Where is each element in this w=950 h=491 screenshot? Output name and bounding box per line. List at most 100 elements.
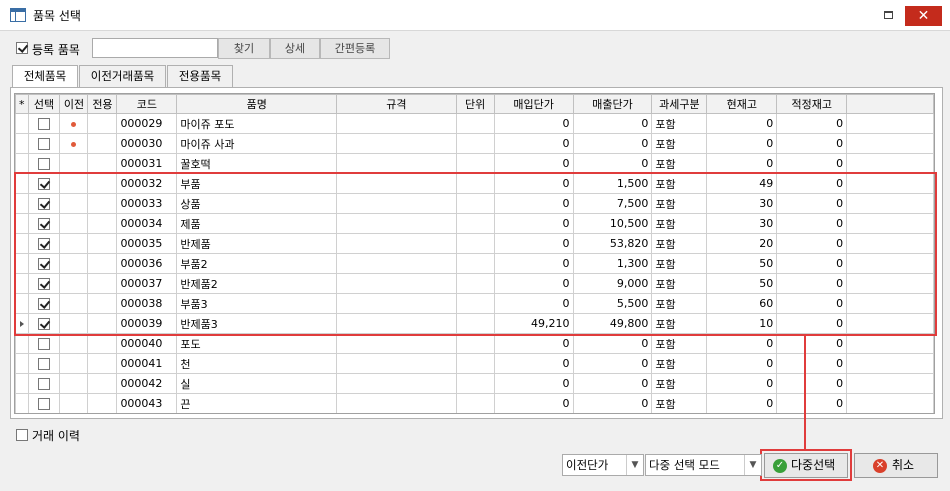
sell-price-cell[interactable]: 1,500 [572, 173, 653, 194]
quick-register-button[interactable]: 간편등록 [320, 38, 390, 59]
unit-cell[interactable] [455, 173, 495, 194]
col-header-tax[interactable]: 과세구분 [651, 94, 708, 114]
tax-cell[interactable]: 포함 [651, 193, 708, 214]
col-header-select[interactable]: 선택 [27, 94, 61, 114]
tax-cell[interactable]: 포함 [651, 393, 708, 413]
buy-price-cell[interactable]: 0 [493, 393, 574, 413]
proper-stock-cell[interactable]: 0 [776, 373, 848, 394]
unit-cell[interactable] [455, 393, 495, 413]
code-cell[interactable]: 000035 [116, 233, 178, 254]
previous-cell[interactable] [59, 153, 89, 174]
unit-cell[interactable] [455, 113, 495, 134]
row-indicator[interactable] [15, 293, 29, 314]
dedicated-cell[interactable] [87, 373, 118, 394]
row-indicator[interactable] [15, 133, 29, 154]
name-cell[interactable]: 마이쥬 사과 [176, 133, 338, 154]
name-cell[interactable]: 실 [176, 373, 338, 394]
dedicated-cell[interactable] [87, 133, 118, 154]
dedicated-cell[interactable] [87, 153, 118, 174]
tax-cell[interactable]: 포함 [651, 173, 708, 194]
buy-price-cell[interactable]: 0 [493, 173, 574, 194]
previous-cell[interactable] [59, 213, 89, 234]
sell-price-cell[interactable]: 0 [572, 353, 653, 374]
buy-price-cell[interactable]: 0 [493, 153, 574, 174]
row-select-checkbox[interactable] [37, 238, 50, 250]
row-select-checkbox[interactable] [37, 158, 50, 170]
proper-stock-cell[interactable]: 0 [776, 153, 848, 174]
dedicated-cell[interactable] [87, 313, 118, 334]
buy-price-cell[interactable]: 0 [493, 133, 574, 154]
row-indicator[interactable] [15, 113, 29, 134]
sell-price-cell[interactable]: 10,500 [572, 213, 653, 234]
row-select-checkbox[interactable] [37, 258, 50, 270]
items-grid[interactable]: * 선택 이전 전용 코드 품명 규격 단위 매입단가 매출단가 과세구분 현재… [14, 93, 935, 414]
proper-stock-cell[interactable]: 0 [776, 173, 848, 194]
cancel-button[interactable]: ✕ 취소 [854, 453, 938, 478]
spec-cell[interactable] [336, 133, 457, 154]
previous-cell[interactable] [59, 293, 89, 314]
name-cell[interactable]: 천 [176, 353, 338, 374]
table-row[interactable]: 000040 포도 0 0 포함 0 0 [15, 333, 934, 354]
unit-cell[interactable] [455, 273, 495, 294]
code-cell[interactable]: 000029 [116, 113, 178, 134]
name-cell[interactable]: 마이쥬 포도 [176, 113, 338, 134]
row-select-checkbox[interactable] [37, 298, 50, 310]
table-row[interactable]: 000031 꿀호떡 0 0 포함 0 0 [15, 153, 934, 174]
sell-price-cell[interactable]: 0 [572, 333, 653, 354]
dedicated-cell[interactable] [87, 293, 118, 314]
spec-cell[interactable] [336, 113, 457, 134]
unit-cell[interactable] [455, 333, 495, 354]
stock-cell[interactable]: 49 [706, 173, 778, 194]
row-select-checkbox[interactable] [37, 278, 50, 290]
sell-price-cell[interactable]: 5,500 [572, 293, 653, 314]
code-cell[interactable]: 000031 [116, 153, 178, 174]
row-indicator[interactable] [15, 373, 29, 394]
restore-icon[interactable] [884, 11, 893, 19]
filler-cell[interactable] [846, 313, 934, 334]
tax-cell[interactable]: 포함 [651, 113, 708, 134]
proper-stock-cell[interactable]: 0 [776, 213, 848, 234]
row-select-checkbox[interactable] [37, 118, 50, 130]
stock-cell[interactable]: 20 [706, 233, 778, 254]
sell-price-cell[interactable]: 7,500 [572, 193, 653, 214]
previous-cell[interactable] [59, 373, 89, 394]
buy-price-cell[interactable]: 49,210 [493, 313, 574, 334]
previous-cell[interactable] [59, 133, 89, 154]
table-row[interactable]: 000032 부품 0 1,500 포함 49 0 [15, 173, 934, 194]
table-row[interactable]: 000037 반제품2 0 9,000 포함 50 0 [15, 273, 934, 294]
sell-price-cell[interactable]: 0 [572, 133, 653, 154]
unit-cell[interactable] [455, 153, 495, 174]
proper-stock-cell[interactable]: 0 [776, 193, 848, 214]
table-row[interactable]: 000039 반제품3 49,210 49,800 포함 10 0 [15, 313, 934, 334]
table-row[interactable]: 000036 부품2 0 1,300 포함 50 0 [15, 253, 934, 274]
row-select-checkbox[interactable] [37, 318, 50, 330]
multi-select-button[interactable]: ✓ 다중선택 [764, 453, 848, 478]
proper-stock-cell[interactable]: 0 [776, 273, 848, 294]
name-cell[interactable]: 포도 [176, 333, 338, 354]
code-cell[interactable]: 000033 [116, 193, 178, 214]
buy-price-cell[interactable]: 0 [493, 253, 574, 274]
row-select-checkbox[interactable] [37, 358, 50, 370]
tax-cell[interactable]: 포함 [651, 373, 708, 394]
row-select-checkbox[interactable] [37, 178, 50, 190]
previous-cell[interactable] [59, 233, 89, 254]
row-select-checkbox[interactable] [37, 138, 50, 150]
table-row[interactable]: 000034 제품 0 10,500 포함 30 0 [15, 213, 934, 234]
row-indicator[interactable] [15, 393, 29, 413]
row-select-checkbox[interactable] [37, 218, 50, 230]
row-indicator[interactable] [15, 253, 29, 274]
name-cell[interactable]: 부품 [176, 173, 338, 194]
proper-stock-cell[interactable]: 0 [776, 233, 848, 254]
stock-cell[interactable]: 0 [706, 353, 778, 374]
proper-stock-cell[interactable]: 0 [776, 253, 848, 274]
spec-cell[interactable] [336, 293, 457, 314]
col-header-proper-stock[interactable]: 적정재고 [776, 94, 848, 114]
sell-price-cell[interactable]: 9,000 [572, 273, 653, 294]
filler-cell[interactable] [846, 173, 934, 194]
tax-cell[interactable]: 포함 [651, 233, 708, 254]
table-row[interactable]: 000043 끈 0 0 포함 0 0 [15, 393, 934, 413]
row-indicator[interactable] [15, 353, 29, 374]
table-row[interactable]: 000029 마이쥬 포도 0 0 포함 0 0 [15, 113, 934, 134]
stock-cell[interactable]: 60 [706, 293, 778, 314]
proper-stock-cell[interactable]: 0 [776, 133, 848, 154]
